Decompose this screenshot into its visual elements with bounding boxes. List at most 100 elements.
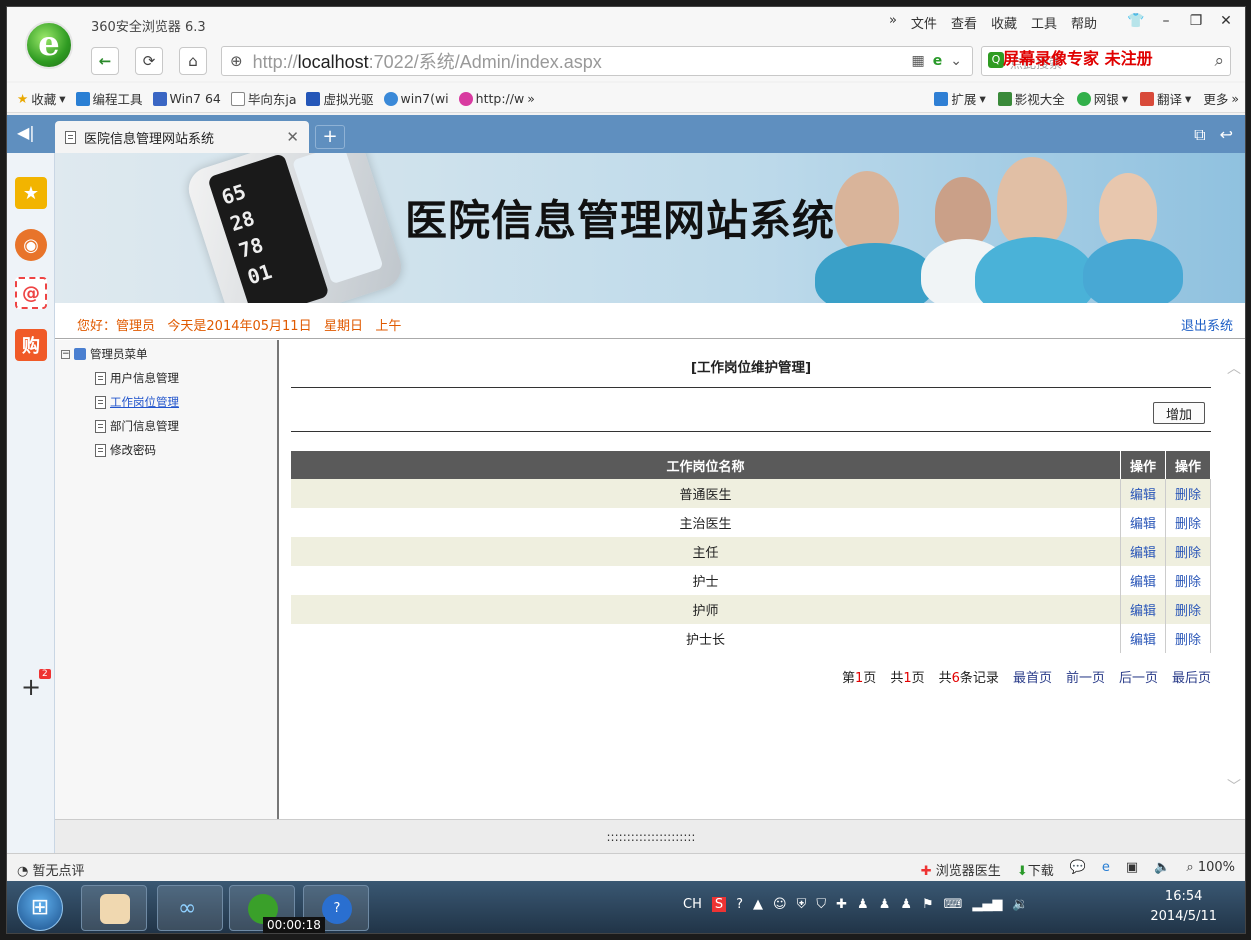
minimize-button[interactable]: – [1153,10,1179,32]
bookmark-virtual-drive[interactable]: 虚拟光驱 [306,89,374,108]
menu-file[interactable]: 文件 [911,13,937,32]
tray-arrow-icon[interactable]: ▲ [753,897,763,912]
signal-icon[interactable]: ▂▄▆ [972,897,1002,912]
tab-close-icon[interactable]: ✕ [286,128,299,146]
next-page-link[interactable]: 后一页 [1119,667,1158,686]
new-tab-button[interactable]: + [315,125,345,149]
network-icon[interactable]: ⌨ [944,897,963,912]
restore-tab-icon[interactable]: ⧉ [1194,125,1205,145]
security-guard-icon[interactable]: ✚ [836,897,847,912]
address-bar[interactable]: ⊕ http://localhost:7022/系统/Admin/index.a… [221,46,973,76]
mail-icon[interactable]: @ [15,277,47,309]
qq-icon[interactable]: ♟ [900,897,912,912]
antivirus-icon[interactable]: ⛨ [797,897,807,912]
download-button[interactable]: ⬇下载 [1017,860,1054,879]
delete-link[interactable]: 删除 [1165,508,1211,537]
delete-link[interactable]: 删除 [1165,537,1211,566]
delete-link[interactable]: 删除 [1165,479,1211,508]
undo-close-icon[interactable]: ↩ [1220,125,1233,145]
menu-tools[interactable]: 工具 [1031,13,1057,32]
back-button[interactable]: ← [91,47,119,75]
edit-link[interactable]: 编辑 [1120,508,1166,537]
weibo-icon[interactable]: ◉ [15,229,47,261]
tree-item-positions[interactable]: 工作岗位管理 [95,394,179,410]
shield-icon[interactable]: ⛉ [816,897,826,912]
favorites-star-icon[interactable]: ★ [15,177,47,209]
home-button[interactable]: ⌂ [179,47,207,75]
delete-link[interactable]: 删除 [1165,595,1211,624]
delete-link[interactable]: 删除 [1165,566,1211,595]
tree-item-password[interactable]: 修改密码 [95,442,156,458]
search-engine-icon[interactable]: Q [988,52,1004,68]
add-button[interactable]: 增加 [1153,402,1205,424]
tab-hospital-system[interactable]: 医院信息管理网站系统 ✕ [55,121,309,153]
bookmark-win7[interactable]: Win7 64 [152,89,221,108]
delete-link[interactable]: 删除 [1165,624,1211,653]
extensions-button[interactable]: 扩展 ▾ [934,89,986,108]
system-clock[interactable]: 16:54 2014/5/11 [1150,887,1217,927]
zoom-control[interactable]: ⌕ 100% [1186,860,1235,879]
speaker-icon[interactable]: 🔉 [1012,897,1028,912]
qrcode-icon[interactable]: ▦ [912,53,925,69]
translate-button[interactable]: 翻译 ▾ [1140,89,1191,108]
input-method-icon[interactable]: S [711,897,727,912]
search-icon[interactable]: ⌕ [1214,51,1224,71]
tree-item-users[interactable]: 用户信息管理 [95,370,179,386]
browser-doctor-button[interactable]: ✚ 浏览器医生 [921,860,1001,879]
bookmark-favorites[interactable]: ★ 收藏 ▾ [17,89,66,108]
ie-mode-icon[interactable]: e [933,53,943,69]
rating-status[interactable]: ◔ 暂无点评 [17,860,85,879]
tray-app-icon[interactable]: ☺ [773,897,787,912]
flag-icon[interactable]: ⚑ [922,897,934,912]
logout-link[interactable]: 退出系统 [1181,315,1233,334]
qq-icon[interactable]: ♟ [879,897,891,912]
tree-item-departments[interactable]: 部门信息管理 [95,418,179,434]
bank-button[interactable]: 网银 ▾ [1076,89,1128,108]
movies-button[interactable]: 影视大全 [997,89,1065,108]
edit-link[interactable]: 编辑 [1120,624,1166,653]
edit-link[interactable]: 编辑 [1120,537,1166,566]
volume-icon[interactable]: 🔈 [1154,860,1170,879]
menu-expand[interactable]: » [889,13,897,32]
close-window-button[interactable]: ✕ [1213,10,1239,32]
bookmark-http[interactable]: http://w » [458,89,535,108]
edit-link[interactable]: 编辑 [1120,479,1166,508]
url-text[interactable]: http://localhost:7022/系统/Admin/index.asp… [253,48,602,74]
menu-favorites[interactable]: 收藏 [991,13,1017,32]
refresh-button[interactable]: ⟳ [135,47,163,75]
scroll-down-icon[interactable]: ﹀ [1227,776,1241,796]
menu-help[interactable]: 帮助 [1071,13,1097,32]
qq-icon[interactable]: ♟ [857,897,869,912]
help-tray-icon[interactable]: ? [736,897,743,912]
shopping-icon[interactable]: 购 [15,329,47,361]
first-page-link[interactable]: 最首页 [1013,667,1052,686]
tab-list-icon[interactable]: ◀| [17,123,35,142]
menu-view[interactable]: 查看 [951,13,977,32]
start-button[interactable]: ⊞ [17,885,63,931]
ie-icon[interactable]: e [1102,860,1110,879]
help-app-icon: ? [322,894,352,924]
prev-page-link[interactable]: 前一页 [1066,667,1105,686]
table-row: 护师 编辑 删除 [291,595,1211,624]
collapse-icon[interactable]: − [61,349,70,359]
taskbar-app-character[interactable] [81,885,147,931]
bookmark-bixiangdong[interactable]: 毕向东ja [230,89,296,108]
tree-root[interactable]: − 管理员菜单 [61,346,148,362]
language-indicator[interactable]: CH [683,897,702,912]
scroll-up-icon[interactable]: ︿ [1227,358,1241,378]
tree-item-label: 部门信息管理 [110,419,179,433]
last-page-link[interactable]: 最后页 [1172,667,1211,686]
more-button[interactable]: 更多 » [1203,89,1239,108]
bookmark-programming[interactable]: 编程工具 [75,89,143,108]
window-icon[interactable]: ▣ [1126,860,1138,879]
dropdown-chevron-icon[interactable]: ⌄ [950,53,962,69]
skin-icon[interactable]: 👕 [1123,10,1149,32]
edit-link[interactable]: 编辑 [1120,595,1166,624]
edit-link[interactable]: 编辑 [1120,566,1166,595]
taskbar-app-loop[interactable]: ∞ [157,885,223,931]
restore-button[interactable]: ❐ [1183,10,1209,32]
chat-icon[interactable]: 💬 [1070,860,1086,879]
computer-icon [74,348,86,360]
bookmark-win7wi[interactable]: win7(wi [383,89,449,108]
frame-splitter[interactable]: :::::::::::::::::::::: [55,819,1245,853]
